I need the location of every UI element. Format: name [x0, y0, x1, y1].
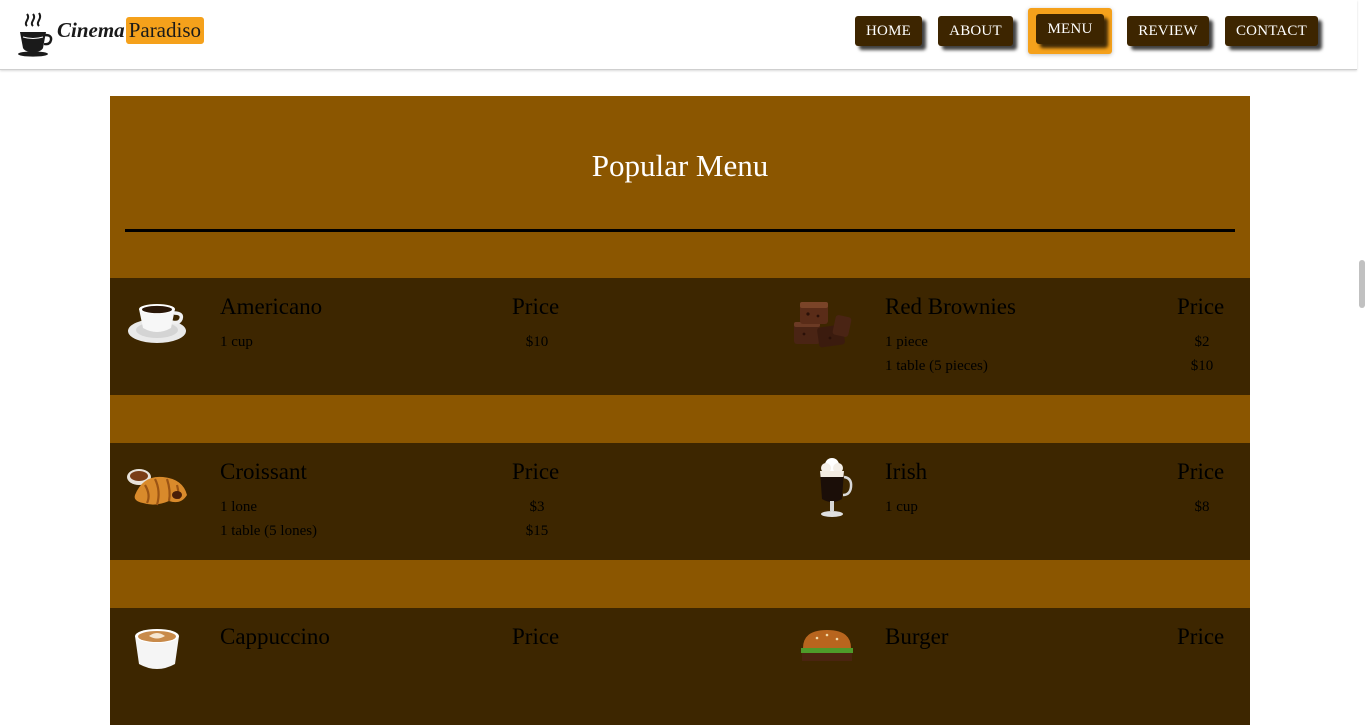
brownies-icon [790, 292, 854, 356]
item-name: Cappuccino [220, 624, 330, 649]
nav-menu[interactable]: MENU [1036, 14, 1104, 44]
top-navigation-bar: Cinema Paradiso HOME ABOUT MENU REVIEW C… [0, 0, 1357, 70]
coffee-cup-logo-icon [18, 12, 53, 57]
nav-review[interactable]: REVIEW [1127, 16, 1209, 46]
price-header: Price [1177, 294, 1225, 319]
item-option: 1 cup [220, 334, 253, 350]
item-price: $10 [525, 334, 549, 350]
item-option: 1 table (5 lones) [220, 523, 318, 539]
item-name: Burger [885, 624, 949, 649]
item-price: $8 [1194, 499, 1210, 515]
nav-home[interactable]: HOME [855, 16, 922, 46]
item-option: 1 table (5 pieces) [885, 358, 988, 374]
nav-about[interactable]: ABOUT [938, 16, 1013, 46]
item-name: Croissant [220, 459, 307, 484]
price-header: Price [1177, 459, 1225, 484]
item-price: $3 [529, 499, 545, 515]
cappuccino-icon [125, 624, 189, 688]
nav-contact[interactable]: CONTACT [1225, 16, 1318, 46]
item-option: 1 lone [220, 499, 258, 515]
irish-coffee-icon [800, 457, 864, 521]
price-header: Price [512, 294, 560, 319]
croissant-icon [125, 455, 189, 519]
item-price: $15 [525, 523, 549, 539]
price-header: Price [512, 459, 560, 484]
item-name: Americano [220, 294, 323, 319]
price-header: Price [512, 624, 560, 649]
item-price: $10 [1190, 358, 1214, 374]
menu-divider [125, 229, 1235, 232]
item-name: Red Brownies [885, 294, 1016, 319]
brand-logo[interactable]: Cinema Paradiso [15, 10, 205, 58]
brand-name-cinema: Cinema [57, 17, 125, 42]
item-option: 1 piece [885, 334, 928, 350]
item-price: $2 [1194, 334, 1210, 350]
item-name: Irish [885, 459, 928, 484]
brand-name-paradiso: Paradiso [125, 16, 205, 44]
page-scrollbar-thumb[interactable] [1359, 260, 1365, 308]
coffee-cup-icon [125, 292, 189, 356]
item-option: 1 cup [885, 499, 918, 515]
price-header: Price [1177, 624, 1225, 649]
popular-menu-section: Popular Menu Americano Price 1 cup $10 R… [110, 96, 1250, 725]
burger-icon [795, 624, 859, 688]
menu-title: Popular Menu [591, 148, 769, 183]
